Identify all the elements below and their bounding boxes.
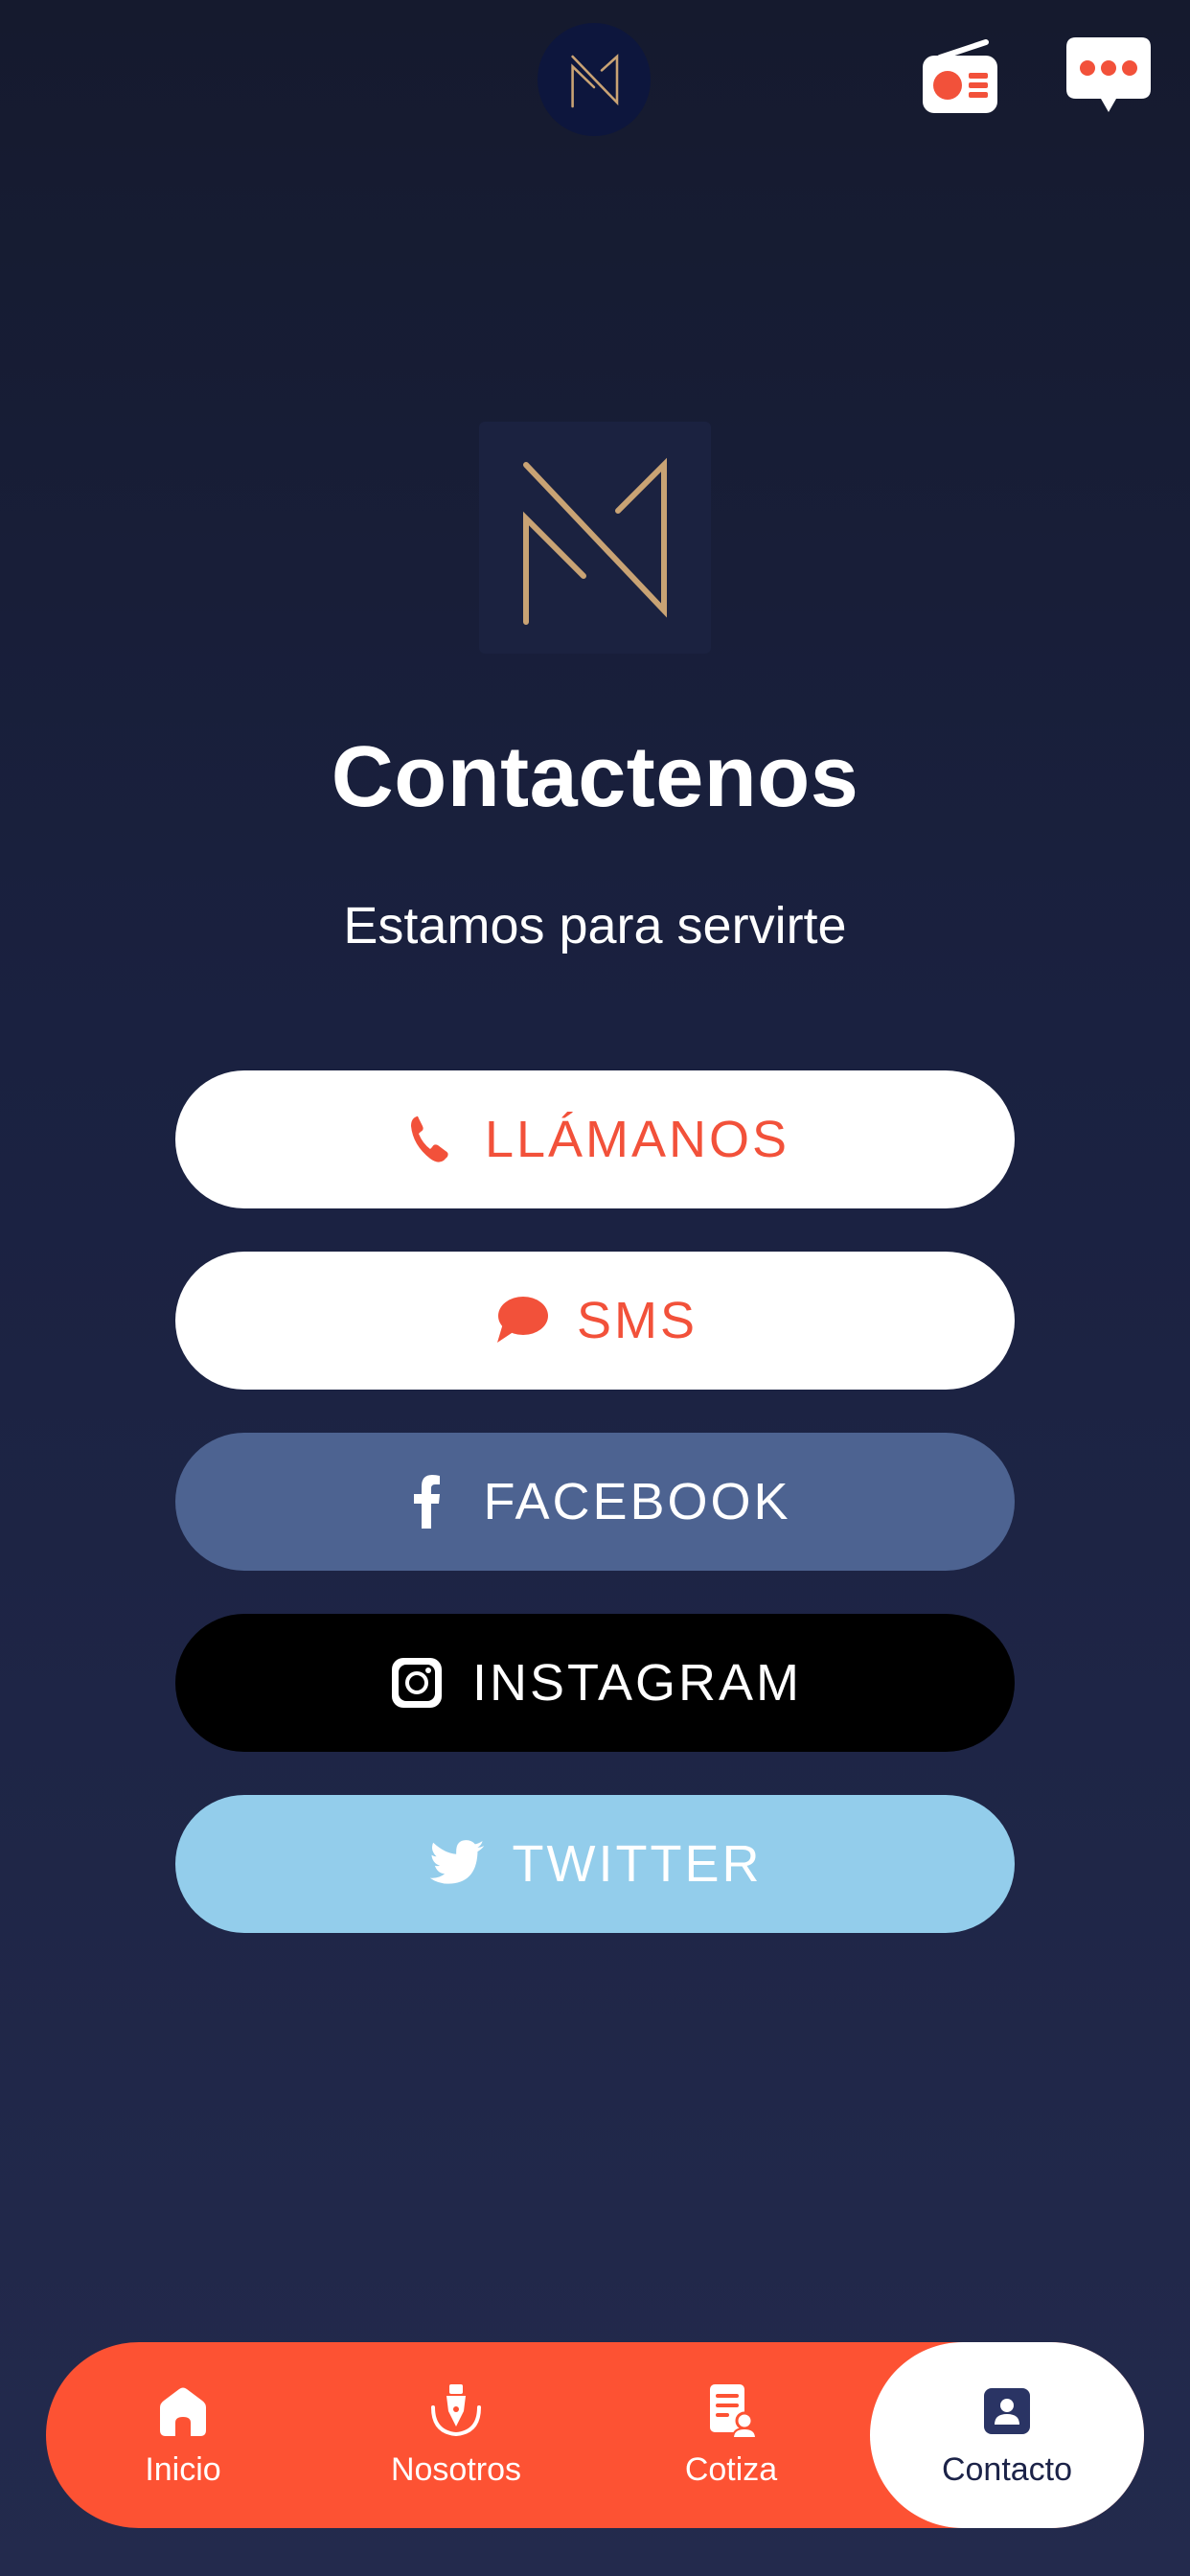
nav-label-nosotros: Nosotros — [390, 2450, 522, 2488]
page-subtitle: Estamos para servirte — [343, 897, 847, 954]
radio-button[interactable] — [915, 36, 1003, 125]
home-icon — [154, 2382, 212, 2440]
nav-item-cotiza[interactable]: Cotiza — [642, 2342, 820, 2528]
chat-bubble-icon — [1064, 34, 1153, 126]
phone-icon — [400, 1111, 458, 1168]
instagram-button-label: INSTAGRAM — [471, 1654, 802, 1712]
sms-button-label: SMS — [576, 1292, 698, 1349]
facebook-button[interactable]: FACEBOOK — [175, 1433, 1015, 1571]
contact-list: LLÁMANOS SMS FACEBOOK INSTAGRAM TWITTER — [175, 1070, 1015, 1976]
sms-button[interactable]: SMS — [175, 1252, 1015, 1390]
facebook-button-label: FACEBOOK — [483, 1473, 791, 1530]
speech-bubble-icon — [492, 1292, 550, 1349]
nav-item-inicio[interactable]: Inicio — [94, 2342, 272, 2528]
nav-label-inicio: Inicio — [145, 2450, 221, 2488]
nav-item-nosotros[interactable]: Nosotros — [367, 2342, 545, 2528]
chat-button[interactable] — [1064, 34, 1154, 125]
nav-label-cotiza: Cotiza — [684, 2450, 778, 2488]
brand-logo-icon — [523, 457, 667, 625]
quote-document-icon — [702, 2382, 760, 2440]
twitter-button[interactable]: TWITTER — [175, 1795, 1015, 1933]
hero-logo — [479, 422, 711, 654]
bottom-navigation: Inicio Nosotros Cotiza Contacto — [46, 2342, 1144, 2528]
instagram-button[interactable]: INSTAGRAM — [175, 1614, 1015, 1752]
call-button[interactable]: LLÁMANOS — [175, 1070, 1015, 1208]
pen-nib-icon — [427, 2382, 485, 2440]
brand-logo-icon[interactable] — [538, 23, 651, 136]
twitter-button-label: TWITTER — [512, 1835, 763, 1893]
contact-card-icon — [978, 2382, 1036, 2440]
radio-icon — [919, 38, 999, 124]
call-button-label: LLÁMANOS — [484, 1111, 790, 1168]
nav-label-contacto: Contacto — [941, 2450, 1073, 2488]
top-bar — [0, 0, 1190, 153]
nav-item-contacto[interactable]: Contacto — [870, 2342, 1144, 2528]
page-title: Contactenos — [331, 729, 859, 825]
twitter-icon — [428, 1835, 486, 1893]
facebook-icon — [399, 1473, 456, 1530]
instagram-icon — [388, 1654, 446, 1712]
